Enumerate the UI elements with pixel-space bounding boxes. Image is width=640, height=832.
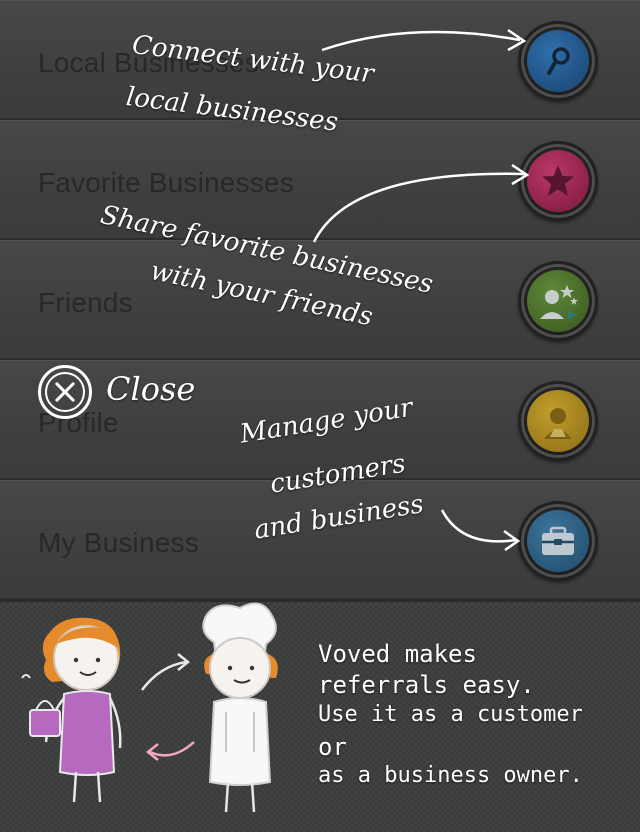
tagline-line5: as a business owner.: [318, 763, 583, 788]
close-button[interactable]: [38, 365, 92, 419]
tagline-line4: or: [318, 733, 347, 761]
tagline-line2: referrals easy.: [318, 671, 535, 699]
close-icon: [45, 372, 85, 412]
chef-figure: [202, 602, 278, 813]
close-label[interactable]: Close: [106, 370, 195, 408]
tagline-line3: Use it as a customer: [318, 702, 583, 727]
tagline-line1: Voved makes: [318, 640, 477, 668]
customer-and-chef-illustration: [21, 602, 278, 813]
customer-figure: [21, 617, 122, 803]
